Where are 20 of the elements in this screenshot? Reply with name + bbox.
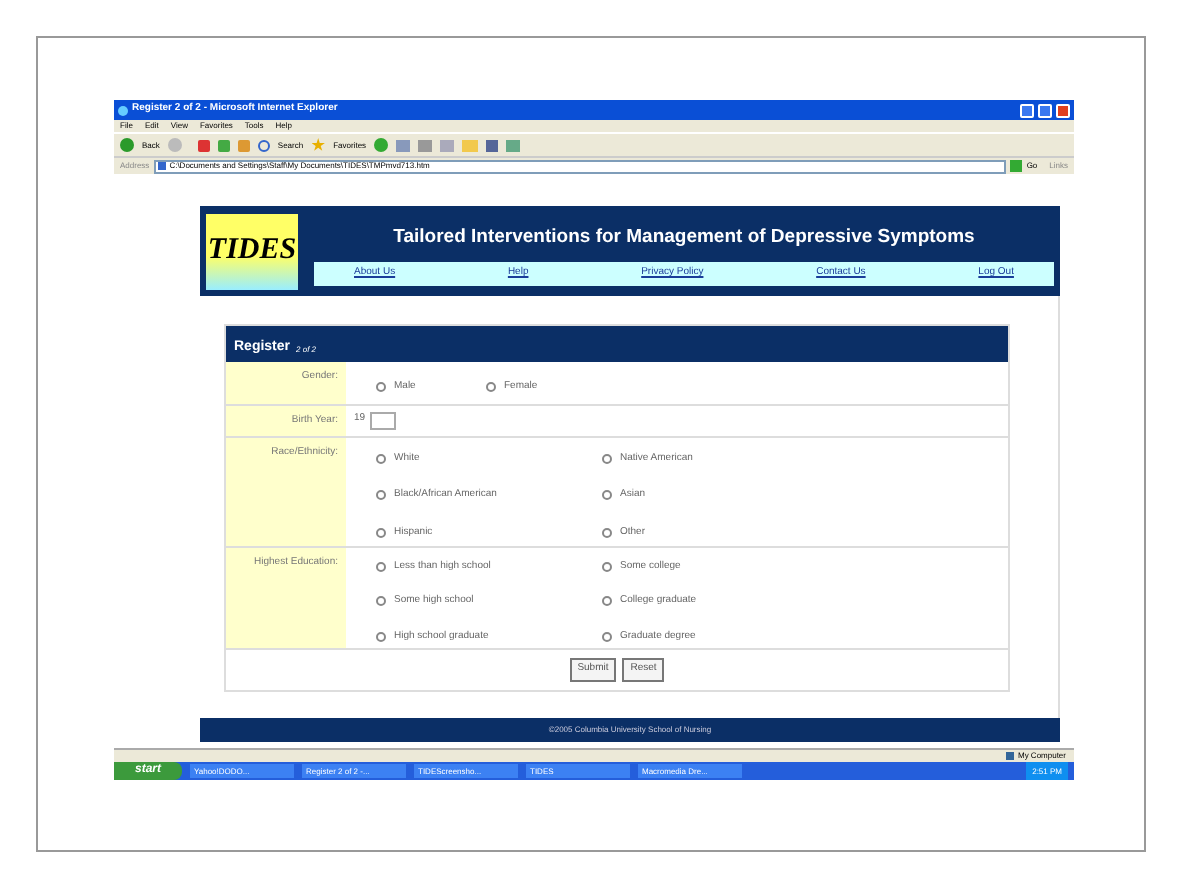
site-title: Tailored Interventions for Management of Depressive Symptoms — [393, 223, 975, 252]
minimize-button[interactable] — [1020, 103, 1034, 117]
radio-button[interactable] — [602, 562, 612, 573]
radio-button[interactable] — [602, 528, 612, 539]
close-button[interactable] — [1056, 103, 1070, 117]
radio-button[interactable] — [376, 596, 386, 607]
radio-button[interactable] — [376, 453, 386, 464]
radio-button[interactable] — [486, 382, 496, 392]
radio-button[interactable] — [376, 490, 386, 501]
site-logo: TIDES — [206, 213, 298, 289]
radio-button[interactable] — [602, 453, 612, 464]
radio-button[interactable] — [376, 631, 386, 642]
radio-button[interactable] — [602, 596, 612, 607]
maximize-button[interactable] — [1038, 103, 1052, 117]
radio-button[interactable] — [376, 562, 386, 573]
radio-button[interactable] — [376, 382, 386, 392]
radio-button[interactable] — [602, 631, 612, 642]
birth-year-field[interactable] — [369, 412, 396, 430]
radio-button[interactable] — [602, 490, 612, 501]
radio-button[interactable] — [376, 528, 386, 539]
